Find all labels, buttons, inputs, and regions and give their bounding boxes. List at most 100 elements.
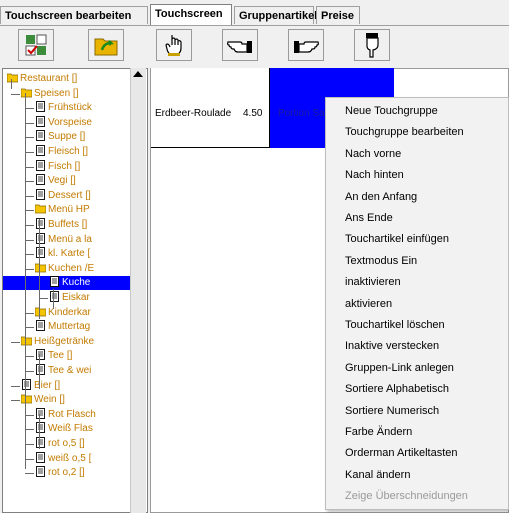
- tree-item[interactable]: rot o,2 []: [35, 466, 85, 480]
- context-menu-item[interactable]: Orderman Artikeltasten: [345, 445, 458, 461]
- tree-item[interactable]: kl. Karte [: [35, 247, 90, 261]
- toolbar-button-folder[interactable]: [88, 29, 124, 61]
- context-menu-item[interactable]: Gruppen-Link anlegen: [345, 360, 454, 376]
- tree-item[interactable]: Suppe []: [35, 130, 85, 144]
- tree-item[interactable]: Muttertag: [35, 320, 90, 334]
- tree-connector: [11, 385, 20, 387]
- tree-item[interactable]: Buffets []: [35, 218, 87, 232]
- tree-item[interactable]: Heißgetränke: [20, 335, 95, 349]
- tree-item[interactable]: Tee []: [35, 349, 72, 363]
- tree-connector: [25, 137, 34, 139]
- tree-item-label: Restaurant []: [20, 73, 78, 84]
- tree-item[interactable]: Frühstück: [35, 101, 92, 115]
- tree-item-label: kl. Karte [: [48, 248, 91, 260]
- category-tree[interactable]: Restaurant [] Speisen [] Frühstück Vorspeis…: [2, 68, 148, 513]
- tree-item[interactable]: Restaurant []: [6, 72, 78, 86]
- tab-preise[interactable]: Preise: [316, 6, 360, 24]
- folder-icon: [34, 306, 47, 317]
- tree-connector: [39, 354, 40, 389]
- tree-item[interactable]: Weiß Flas: [35, 422, 93, 436]
- context-menu-item[interactable]: An den Anfang: [345, 189, 417, 205]
- context-menu-item[interactable]: Sortiere Numerisch: [345, 403, 439, 419]
- tree-connector: [25, 108, 34, 110]
- context-menu: Neue Touchgruppe Touchgruppe bearbeiten Na…: [325, 97, 509, 510]
- tree-item[interactable]: Kinderkar: [34, 306, 91, 320]
- toolbar-button-hand-left[interactable]: [222, 29, 258, 61]
- toolbar-button-hand-right[interactable]: [288, 29, 324, 61]
- tree-item[interactable]: Fleisch []: [35, 145, 88, 159]
- context-menu-item[interactable]: inaktivieren: [345, 274, 401, 290]
- tree-connector: [11, 400, 20, 402]
- tree-connector: [25, 429, 34, 431]
- tree-item[interactable]: Menü a la: [35, 232, 92, 247]
- tree-item[interactable]: Menü HP: [34, 203, 90, 217]
- toolbar-button-hand-press[interactable]: [156, 29, 192, 61]
- document-icon: [35, 364, 46, 375]
- context-menu-item[interactable]: Touchartikel löschen: [345, 317, 445, 333]
- tree-connector: [11, 341, 20, 343]
- tree-item-label: Vegi []: [48, 175, 76, 187]
- tree-item[interactable]: rot o,5 []: [35, 437, 85, 451]
- touch-button-label: Erdbeer-Roulade: [155, 108, 232, 119]
- tree-item[interactable]: Eiskar: [49, 291, 90, 305]
- document-icon: [49, 276, 60, 288]
- tree-connector: [39, 269, 40, 319]
- tree-item-label: Muttertag: [48, 321, 91, 333]
- tree-item-label: Weiß Flas: [48, 423, 93, 435]
- tree-item[interactable]: weiß o,5 [: [35, 451, 91, 466]
- context-menu-item[interactable]: Touchgruppe bearbeiten: [345, 124, 464, 140]
- tab-touchscreen-bearbeiten[interactable]: Touchscreen bearbeiten: [0, 6, 148, 24]
- tree-item-label: Wein []: [34, 394, 65, 406]
- tree-item[interactable]: Speisen []: [20, 87, 78, 101]
- tree-connector: [25, 371, 34, 372]
- document-icon: [35, 247, 46, 259]
- context-menu-item[interactable]: Farbe Ändern: [345, 424, 412, 440]
- tree-item[interactable]: Rot Flasch: [35, 407, 96, 422]
- folder-arrow-icon: [94, 38, 118, 56]
- tree-item[interactable]: Dessert []: [35, 188, 91, 203]
- tree-connector: [25, 473, 34, 475]
- tree-connector: [25, 239, 34, 241]
- tree-item[interactable]: Kuchen /E: [34, 262, 94, 276]
- context-menu-item: Zeige Überschneidungen: [345, 490, 468, 503]
- hand-point-right-icon: [294, 41, 319, 53]
- tree-item[interactable]: Bier []: [21, 378, 60, 393]
- tab-gruppenartikel[interactable]: Gruppenartikel: [234, 6, 317, 24]
- context-menu-item[interactable]: Nach hinten: [345, 167, 404, 183]
- context-menu-item[interactable]: Inaktive verstecken: [345, 338, 439, 354]
- tree-connector: [25, 152, 34, 153]
- tree-connector: [25, 195, 34, 197]
- tree-connector: [25, 166, 34, 168]
- context-menu-item[interactable]: aktivieren: [345, 296, 392, 312]
- tree-connector: [39, 414, 40, 449]
- context-menu-item[interactable]: Neue Touchgruppe: [345, 103, 438, 119]
- tree-connector: [25, 225, 34, 226]
- context-menu-item[interactable]: Nach vorne: [345, 146, 401, 162]
- document-icon: [35, 218, 46, 229]
- context-menu-item[interactable]: Sortiere Alphabetisch: [345, 381, 449, 397]
- tree-item-label: Rot Flasch: [48, 408, 96, 420]
- tree-item[interactable]: Tee & wei: [35, 364, 91, 378]
- context-menu-item[interactable]: Touchartikel einfügen: [345, 231, 449, 247]
- tree-connector: [25, 356, 34, 358]
- context-menu-item[interactable]: Ans Ende: [345, 210, 393, 226]
- tree-item[interactable]: Wein []: [20, 393, 65, 407]
- context-menu-item[interactable]: Kanal ändern: [345, 467, 410, 483]
- toolbar-button-grid[interactable]: [18, 29, 54, 61]
- context-menu-item[interactable]: Textmodus Ein: [345, 253, 417, 269]
- tab-touchscreen[interactable]: Touchscreen: [150, 4, 232, 26]
- tree-connector: [25, 181, 34, 183]
- tree-item-label: Heißgetränke: [34, 335, 95, 347]
- tree-connector: [25, 93, 26, 469]
- tree-item[interactable]: Kuche: [3, 276, 131, 291]
- tree-item[interactable]: Vegi []: [35, 174, 76, 188]
- document-icon: [35, 437, 46, 448]
- tree-scrollbar[interactable]: [130, 68, 146, 513]
- document-icon: [35, 407, 46, 419]
- tree-item[interactable]: Vorspeise: [35, 115, 92, 130]
- tree-item[interactable]: Fisch []: [35, 159, 80, 174]
- document-icon: [35, 159, 46, 171]
- tree-connector: [39, 298, 48, 299]
- toolbar-button-hand-down[interactable]: [354, 29, 390, 61]
- scroll-up-arrow-icon[interactable]: [133, 71, 143, 77]
